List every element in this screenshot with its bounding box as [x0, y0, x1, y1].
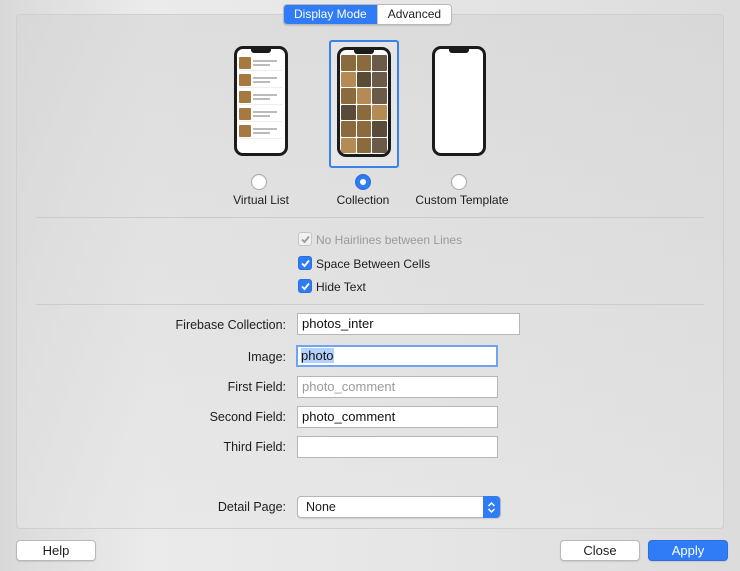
second-field-label: Second Field:	[209, 410, 286, 424]
first-field-input[interactable]: photo_comment	[297, 376, 498, 398]
image-label: Image:	[247, 350, 286, 364]
first-field-label: First Field:	[227, 380, 286, 394]
help-button[interactable]: Help	[16, 540, 96, 561]
radio-label-virtual-list: Virtual List	[233, 193, 289, 207]
no-hairlines-label: No Hairlines between Lines	[316, 233, 463, 247]
radio-label-custom-template: Custom Template	[415, 193, 509, 207]
collection-preview[interactable]	[329, 40, 399, 168]
third-field-input[interactable]	[297, 436, 498, 458]
virtual-list-preview[interactable]	[226, 40, 296, 168]
phone-blank-icon	[432, 46, 486, 156]
radio-virtual-list[interactable]	[251, 174, 267, 190]
radio-collection[interactable]	[355, 174, 371, 190]
detail-page-select[interactable]: None	[297, 496, 501, 518]
detail-page-label: Detail Page:	[217, 500, 286, 514]
firebase-collection-input[interactable]: photos_inter	[297, 313, 520, 335]
custom-template-preview[interactable]	[424, 40, 494, 168]
space-between-cells-label: Space Between Cells	[316, 257, 431, 271]
detail-page-value: None	[306, 500, 336, 514]
image-input-value: photo	[301, 348, 334, 363]
image-input[interactable]: photo	[296, 345, 498, 367]
divider	[36, 304, 704, 305]
space-between-cells-checkbox[interactable]	[298, 256, 312, 270]
firebase-collection-label: Firebase Collection:	[175, 318, 286, 332]
tab-advanced[interactable]: Advanced	[376, 5, 452, 24]
radio-label-collection: Collection	[336, 193, 390, 207]
apply-button[interactable]: Apply	[648, 540, 728, 561]
hide-text-label: Hide Text	[316, 280, 366, 294]
divider	[36, 217, 704, 218]
tab-display-mode[interactable]: Display Mode	[284, 5, 377, 24]
phone-list-icon	[234, 46, 288, 156]
chevron-up-down-icon	[483, 496, 500, 518]
no-hairlines-checkbox[interactable]	[298, 232, 312, 246]
third-field-label: Third Field:	[223, 440, 286, 454]
phone-grid-icon	[337, 47, 391, 157]
second-field-input[interactable]: photo_comment	[297, 406, 498, 428]
radio-custom-template[interactable]	[451, 174, 467, 190]
hide-text-checkbox[interactable]	[298, 279, 312, 293]
close-button[interactable]: Close	[560, 540, 640, 561]
mode-tab-bar: Display Mode Advanced	[283, 4, 453, 25]
